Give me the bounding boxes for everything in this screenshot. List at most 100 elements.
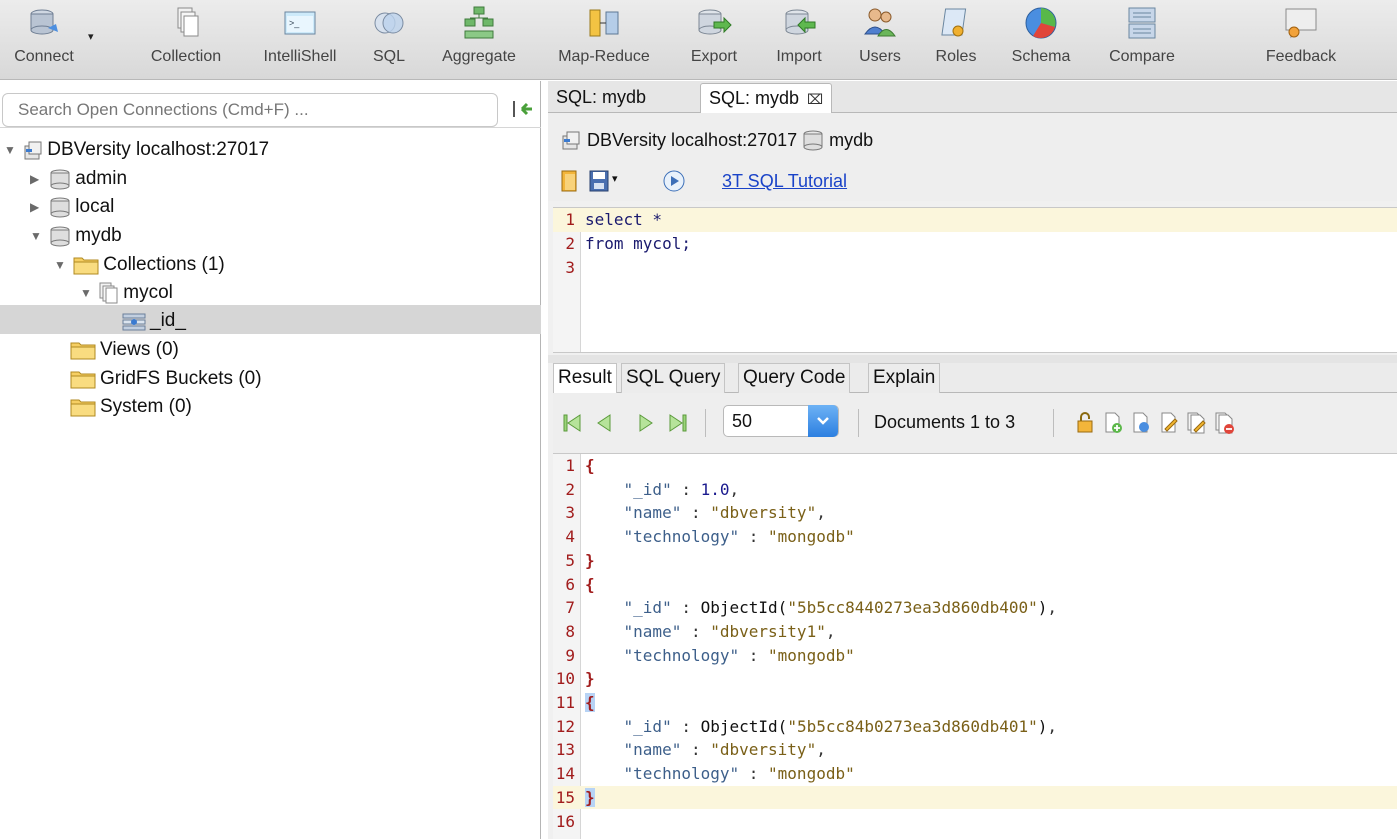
result-line: 1{ [553,454,1397,478]
tree-item-admin[interactable]: ▶ admin [30,165,127,193]
result-line: 6{ [553,573,1397,597]
line-number: 15 [555,787,575,807]
roles-button[interactable]: Roles [926,4,986,76]
result-json-viewer[interactable]: 1{2 "_id" : 1.0, 3 "name" : "dbversity", 4… [553,453,1397,839]
svg-text:>_: >_ [289,18,300,28]
database-icon [803,130,823,151]
save-icon[interactable] [588,169,610,193]
code-text: { [585,574,595,594]
expand-arrow-icon[interactable]: ▼ [4,136,18,164]
tree-item-connection[interactable]: ▼ DBVersity localhost:27017 [4,136,269,164]
collection-button[interactable]: Collection [140,4,232,76]
schema-button[interactable]: Schema [1002,4,1080,76]
code-text: } [585,787,595,807]
database-name: mydb [829,129,874,150]
result-line: 7 "_id" : ObjectId("5b5cc8440273ea3d860d… [553,596,1397,620]
tree-item-gridfs[interactable]: GridFS Buckets (0) [70,365,262,393]
map-reduce-button[interactable]: Map-Reduce [546,4,662,76]
tab-query-code[interactable]: Query Code [738,363,851,393]
expand-arrow-icon[interactable]: ▶ [30,193,44,221]
compare-label: Compare [1109,48,1175,65]
editor-line: 3 [553,256,1397,280]
divider [705,409,706,437]
search-box[interactable] [2,93,498,127]
export-button[interactable]: Export [680,4,748,76]
expand-arrow-icon[interactable]: ▼ [30,222,44,250]
connect-button[interactable]: Connect [4,4,84,76]
users-icon [864,8,896,37]
tab-label: SQL: mydb [556,87,647,107]
import-button[interactable]: Import [764,4,834,76]
expand-arrow-icon[interactable]: ▼ [80,279,94,307]
tree-item-label: System (0) [100,396,192,417]
result-line: 14 "technology" : "mongodb" [553,762,1397,786]
tree-item-label: DBVersity localhost:27017 [47,139,270,161]
expand-arrow-icon[interactable]: ▼ [54,251,68,279]
tree-item-views[interactable]: Views (0) [70,336,179,364]
execute-query-icon[interactable] [662,169,686,193]
select-chevron-icon[interactable] [808,405,838,437]
line-number: 7 [565,598,575,618]
expand-arrow-icon[interactable]: ▶ [30,165,44,193]
tree-item-index-id[interactable]: _id_ [122,307,186,335]
line-number: 3 [565,258,575,277]
query-panel: SQL: mydb SQL: mydb ⌧ DBVersity localhost… [548,81,1397,839]
code-text: from mycol; [585,234,691,253]
next-page-icon[interactable] [635,411,657,435]
code-text: select * [585,210,663,229]
tree-item-collections-folder[interactable]: ▼ Collections (1) [54,251,225,279]
lock-icon[interactable] [1075,411,1095,435]
editor-line: 1 select * [553,208,1397,232]
view-document-icon[interactable] [1131,411,1151,435]
tree-item-system[interactable]: System (0) [70,393,192,421]
splitter-handle[interactable] [548,355,1397,363]
tab-result[interactable]: Result [553,363,617,393]
first-page-icon[interactable] [561,411,583,435]
feedback-label: Feedback [1265,48,1337,65]
feedback-button[interactable]: Feedback [1256,4,1346,76]
divider [858,409,859,437]
compare-button[interactable]: Compare [1098,4,1186,76]
delete-document-icon[interactable] [1215,411,1235,435]
tab-sql-query[interactable]: SQL Query [621,363,726,393]
connect-dropdown-icon[interactable]: ▾ [88,30,94,43]
result-line: 12 "_id" : ObjectId("5b5cc84b0273ea3d860… [553,715,1397,739]
aggregate-button[interactable]: Aggregate [432,4,526,76]
export-label: Export [690,48,738,65]
line-number: 1 [565,210,575,229]
code-text: } [585,550,595,570]
result-tab-bar: Result SQL Query Query Code Explain [553,363,1397,393]
document-count: Documents 1 to 3 [874,412,1016,432]
connect-icon [30,9,58,35]
sql-editor[interactable]: 1 select * 2 from mycol; 3 [553,207,1397,353]
line-number: 2 [565,479,575,499]
add-document-icon[interactable] [1103,411,1123,435]
close-tab-icon[interactable]: ⌧ [807,91,823,107]
map-reduce-icon [589,9,619,37]
tree-item-local[interactable]: ▶ local [30,193,114,221]
tab-explain[interactable]: Explain [868,363,941,393]
users-label: Users [859,48,901,65]
connection-breadcrumb: DBVersity localhost:27017 mydb [560,129,873,151]
edit-document-icon[interactable] [1159,411,1179,435]
open-file-icon[interactable] [560,169,580,193]
map-reduce-label: Map-Reduce [558,48,650,65]
compare-icon [1128,7,1156,39]
collapse-panel-icon[interactable] [512,99,536,119]
tree-item-label: _id_ [150,310,186,331]
tab-sql-mydb-2[interactable]: SQL: mydb ⌧ [700,83,833,113]
previous-page-icon[interactable] [593,411,615,435]
users-button[interactable]: Users [850,4,910,76]
line-number: 16 [555,811,575,831]
edit-multiple-icon[interactable] [1187,411,1207,435]
sql-button[interactable]: SQL [364,4,414,76]
tab-sql-mydb-1[interactable]: SQL: mydb [548,83,654,113]
intellishell-button[interactable]: >_ IntelliShell [252,4,348,76]
save-dropdown-icon[interactable]: ▾ [612,172,618,185]
tree-item-mydb[interactable]: ▼ mydb [30,222,122,250]
tree-item-mycol[interactable]: ▼ mycol [80,279,173,307]
page-size-select[interactable]: 50 [723,405,839,437]
sql-tutorial-link[interactable]: 3T SQL Tutorial [722,171,847,192]
search-input[interactable] [3,94,497,126]
last-page-icon[interactable] [667,411,689,435]
